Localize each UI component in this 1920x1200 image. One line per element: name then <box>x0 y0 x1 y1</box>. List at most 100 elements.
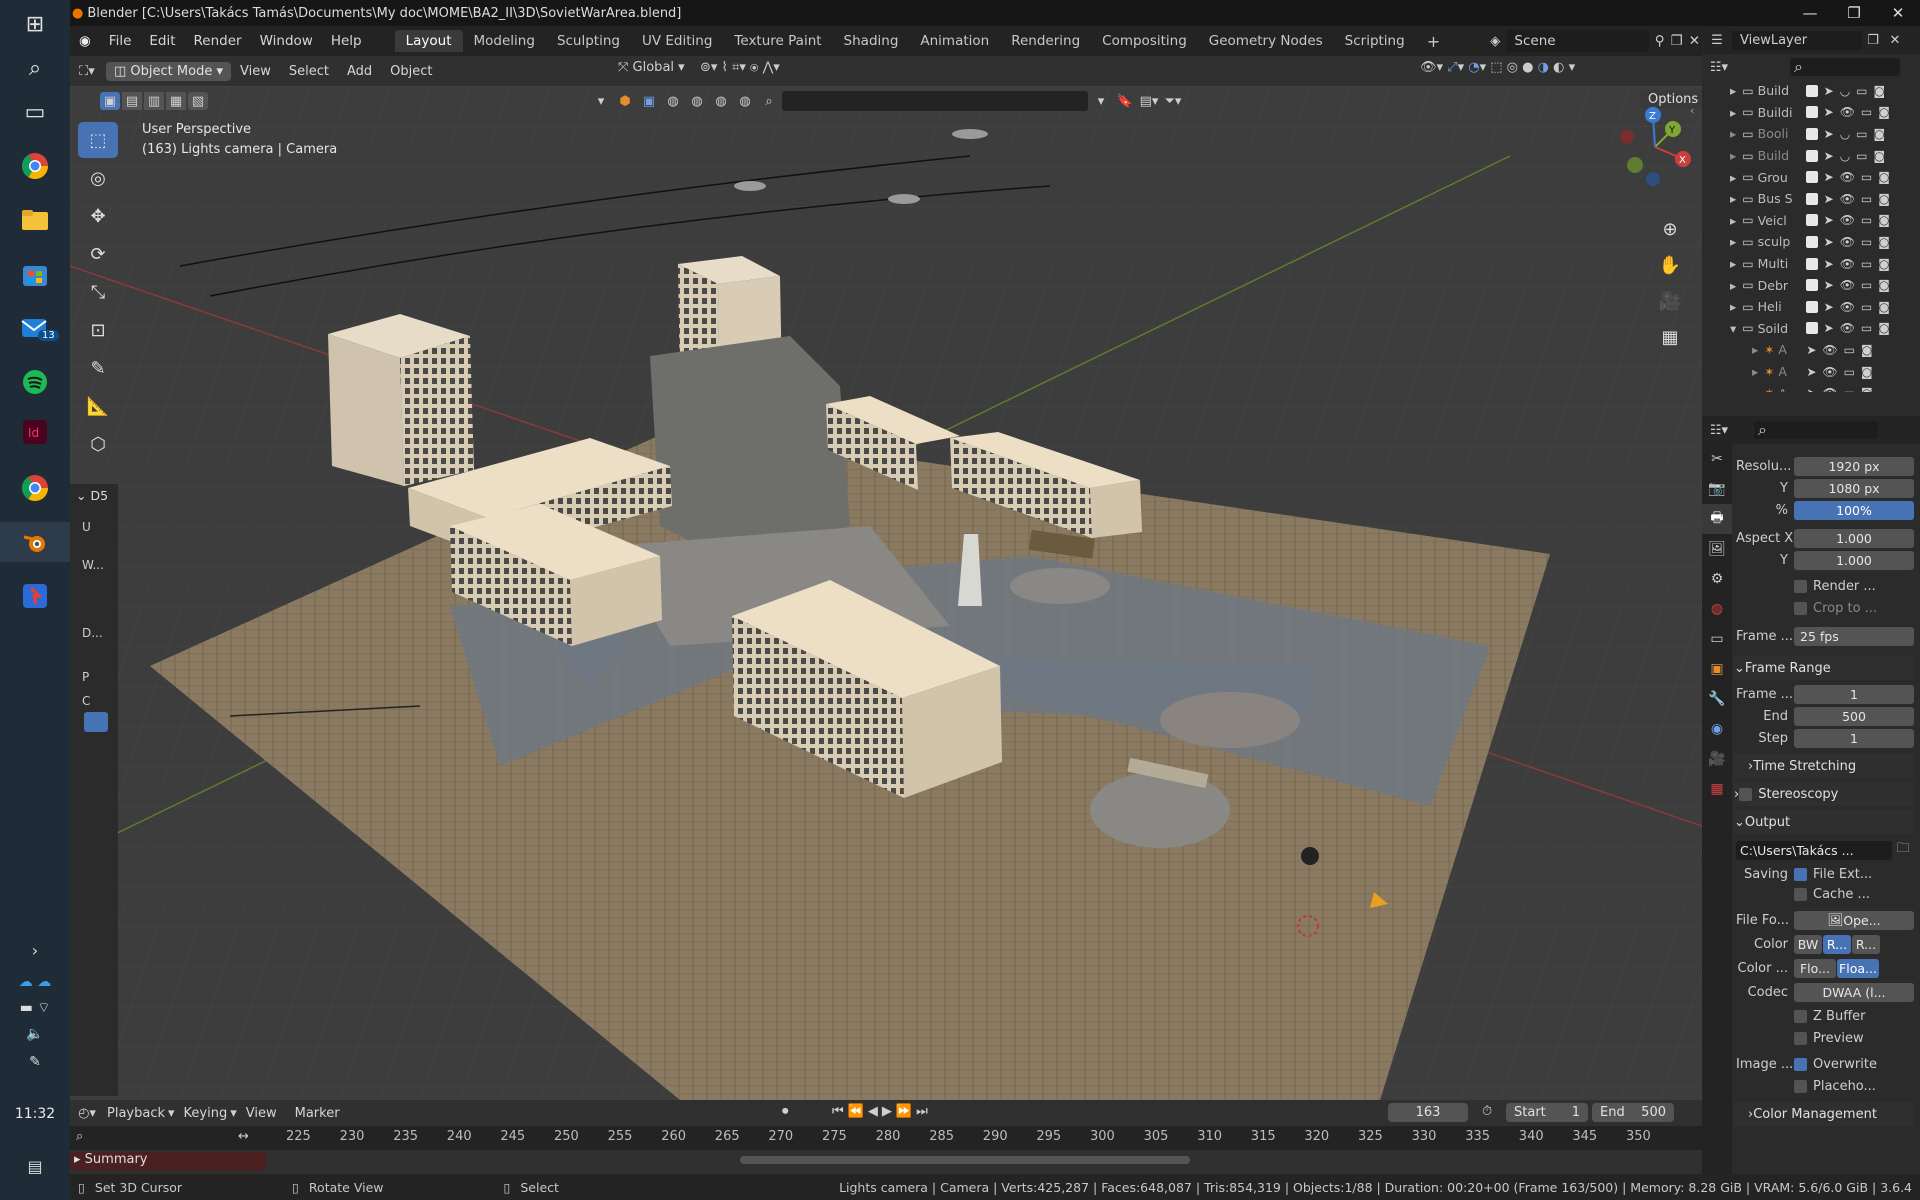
viewport-toggle-icon[interactable]: ▭ <box>1844 343 1855 357</box>
tab-compositing[interactable]: Compositing <box>1091 30 1198 52</box>
expand-arrow-icon[interactable]: ▸ <box>1752 386 1758 392</box>
maximize-icon[interactable]: ❐ <box>1832 0 1876 26</box>
eye-icon[interactable]: 👁 <box>1840 278 1855 292</box>
notification-icon[interactable]: ▤ <box>14 1146 56 1186</box>
aspect-x-field[interactable]: 1.000 <box>1794 528 1914 548</box>
shading-icon-1[interactable]: ◍ <box>662 90 684 112</box>
render-toggle-icon[interactable]: ◙ <box>1861 365 1873 379</box>
frame-step-field[interactable]: 1 <box>1794 728 1914 748</box>
tab-sculpting[interactable]: Sculpting <box>546 30 631 52</box>
perspective-grid-icon[interactable]: ▦ <box>1654 320 1686 354</box>
render-toggle-icon[interactable]: ◙ <box>1874 84 1886 98</box>
cursor-tool[interactable]: ◎ <box>78 160 118 196</box>
tab-layout[interactable]: Layout <box>394 30 463 52</box>
render-toggle-icon[interactable]: ◙ <box>1878 321 1890 335</box>
3d-viewport[interactable]: ⬚ ◎ ✥ ⟳ ⤡ ⊡ ✎ 📐 ⬡ ▣ ▤ ▥ ▦ ▧ ▾ ⬢ ▣ ◍ ◍ ◍ … <box>70 86 1702 1100</box>
display-mode-icon[interactable]: ▤▾ <box>1138 90 1160 112</box>
playback-controls[interactable]: ⏮⏪◀▶⏩⏭ <box>832 1104 932 1119</box>
select-toggle-icon[interactable]: ➤ <box>1824 257 1834 271</box>
new-viewlayer-icon[interactable]: ❐ <box>1862 29 1884 51</box>
hand-pan-icon[interactable]: ✋ <box>1654 248 1686 282</box>
select-toggle-icon[interactable]: ➤ <box>1824 235 1834 249</box>
eye-icon[interactable]: 👁 <box>1840 321 1855 335</box>
viewport-toggle-icon[interactable]: ▭ <box>1861 257 1872 271</box>
zbuffer-checkbox[interactable] <box>1794 1009 1807 1023</box>
collapse-arrow-icon[interactable]: ▾ <box>1730 321 1736 336</box>
hide-icon[interactable]: ◡ <box>1840 84 1850 98</box>
frame-end-field[interactable]: 500 <box>1794 706 1914 726</box>
filter-search-input[interactable] <box>782 91 1088 111</box>
select-toggle-icon[interactable]: ➤ <box>1824 278 1834 292</box>
microsoft-store-icon[interactable] <box>14 254 56 294</box>
world-tab-icon[interactable]: ◍ <box>1702 594 1732 624</box>
viewport-toggle-icon[interactable]: ▭ <box>1844 386 1855 392</box>
bookmark-icon[interactable]: 🔖 <box>1114 90 1136 112</box>
select-subtract-icon[interactable]: ▥ <box>144 92 164 110</box>
viewport-toggle-icon[interactable]: ▭ <box>1861 170 1872 184</box>
crop-row[interactable]: Crop to ... <box>1736 598 1914 618</box>
include-checkbox[interactable] <box>1805 279 1818 292</box>
eye-icon[interactable]: 👁 <box>1822 343 1837 357</box>
select-toggle-icon[interactable]: ➤ <box>1806 365 1816 379</box>
include-checkbox[interactable] <box>1805 149 1818 162</box>
spotify-icon[interactable] <box>14 362 56 402</box>
include-checkbox[interactable] <box>1805 127 1818 140</box>
menu-playback[interactable]: Playback <box>98 1106 174 1121</box>
outliner-search-input[interactable]: ⌕ <box>1790 57 1900 76</box>
pin-icon[interactable]: ⚲ <box>1655 33 1665 49</box>
viewport-toggle-icon[interactable]: ▭ <box>1861 213 1872 227</box>
viewport-toggle-icon[interactable]: ▭ <box>1861 321 1872 335</box>
properties-search-input[interactable]: ⌕ <box>1754 420 1878 439</box>
menu-object[interactable]: Object <box>381 64 441 79</box>
scale-tool[interactable]: ⤡ <box>78 274 118 310</box>
outliner-row[interactable]: ▾ ▭ Soild ➤ 👁 ▭ ◙ <box>1702 318 1920 340</box>
expand-arrow-icon[interactable]: ▸ <box>1752 342 1758 357</box>
render-region-row[interactable]: Render ... <box>1736 576 1914 596</box>
start-frame-field[interactable]: Start 1 <box>1506 1103 1588 1122</box>
menu-file[interactable]: File <box>100 33 141 49</box>
tab-scripting[interactable]: Scripting <box>1334 30 1416 52</box>
navigation-gizmo[interactable]: Z Y X <box>1600 102 1702 192</box>
menu-render[interactable]: Render <box>185 33 251 49</box>
scene-selector[interactable]: ◈ Scene ⚲ ❐ ✕ <box>1490 29 1700 53</box>
expand-arrow-icon[interactable]: ▸ <box>1730 256 1736 271</box>
expand-arrow-icon[interactable]: ▸ <box>1730 148 1736 163</box>
viewport-visibility-icons[interactable]: 👁▾ ⤢▾ ◔▾ ⬚ ◎ ● ◑ ◐ ▾ <box>1420 60 1575 75</box>
outliner-row[interactable]: ▸ ▭ sculp ➤ 👁 ▭ ◙ <box>1702 231 1920 253</box>
viewport-toggle-icon[interactable]: ▭ <box>1861 278 1872 292</box>
outliner-row[interactable]: ▸ ✶A ➤ 👁 ▭ ◙ <box>1702 339 1920 361</box>
menu-marker[interactable]: Marker <box>286 1106 349 1121</box>
render-toggle-icon[interactable]: ◙ <box>1861 386 1873 392</box>
delete-viewlayer-icon[interactable]: ✕ <box>1884 29 1906 51</box>
include-checkbox[interactable] <box>1805 84 1818 97</box>
scene-tab-icon[interactable]: ⚙ <box>1702 564 1732 594</box>
hide-icon[interactable]: ◡ <box>1840 127 1850 141</box>
output-path-input[interactable]: C:\Users\Takács ... <box>1736 840 1892 860</box>
eye-icon[interactable]: 👁 <box>1840 170 1855 184</box>
current-frame-field[interactable]: 163 <box>1388 1103 1468 1122</box>
timeline-editor-icon[interactable]: ◴▾ <box>76 1102 98 1124</box>
pivot-snap-icons[interactable]: ⊚▾ ⌇ ⌗▾ ⦿ ⋀▾ <box>700 60 780 75</box>
viewport-toggle-icon[interactable]: ▭ <box>1856 84 1867 98</box>
output-panel-header[interactable]: ⌄ Output <box>1734 810 1914 834</box>
expand-arrow-icon[interactable]: ▸ <box>1730 278 1736 293</box>
crop-checkbox[interactable] <box>1794 601 1807 615</box>
include-checkbox[interactable] <box>1805 235 1818 248</box>
outliner-row[interactable]: ▸ ▭ Buildi ➤ 👁 ▭ ◙ <box>1702 102 1920 124</box>
include-checkbox[interactable] <box>1805 214 1818 227</box>
outliner-icon[interactable]: ☰ <box>1706 29 1728 51</box>
menu-select[interactable]: Select <box>280 64 338 79</box>
color-bw-button[interactable]: BW <box>1794 934 1822 954</box>
filter-chevron-icon[interactable]: ▾ <box>1090 90 1112 112</box>
viewport-toggle-icon[interactable]: ▭ <box>1861 235 1872 249</box>
render-toggle-icon[interactable]: ◙ <box>1878 170 1890 184</box>
resolution-x-field[interactable]: 1920 px <box>1794 456 1914 476</box>
color-depth-full-button[interactable]: Floa... <box>1837 958 1879 978</box>
expand-arrow-icon[interactable]: ▸ <box>1730 126 1736 141</box>
new-scene-icon[interactable]: ❐ <box>1671 33 1683 49</box>
transform-tool[interactable]: ⊡ <box>78 312 118 348</box>
render-toggle-icon[interactable]: ◙ <box>1874 127 1886 141</box>
shading-icon-2[interactable]: ◍ <box>686 90 708 112</box>
blender-menu-icon[interactable]: ◉ <box>70 33 100 49</box>
add-workspace-icon[interactable]: + <box>1416 29 1451 54</box>
